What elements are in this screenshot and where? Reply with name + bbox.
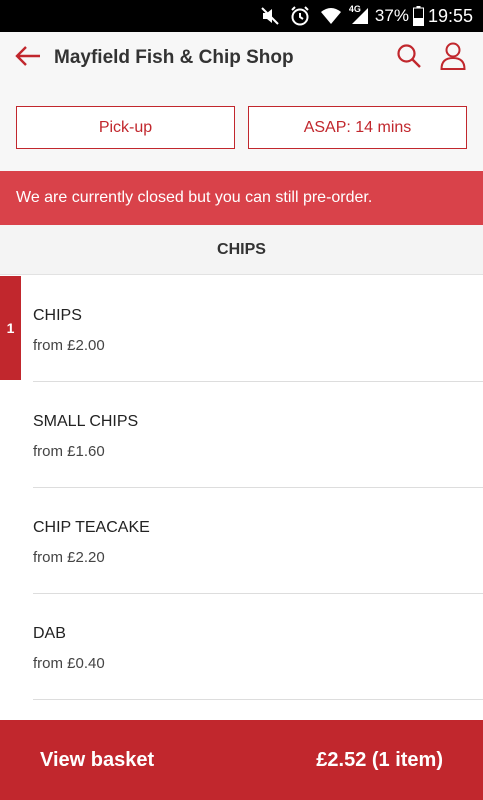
search-icon	[396, 43, 422, 74]
page-title: Mayfield Fish & Chip Shop	[54, 47, 294, 68]
network-label: 4G	[348, 4, 361, 14]
arrow-left-icon	[15, 45, 41, 72]
view-basket-button[interactable]: View basket £2.52 (1 item)	[0, 720, 483, 800]
section-header: CHIPS	[0, 225, 483, 275]
signal-4g-icon: 4G	[348, 4, 369, 25]
order-options: Pick-up ASAP: 14 mins	[0, 84, 483, 171]
menu-list: 1 CHIPS from £2.00 SMALL CHIPS from £1.6…	[0, 276, 483, 700]
item-name: SMALL CHIPS	[33, 413, 139, 430]
order-time-button[interactable]: ASAP: 14 mins	[248, 106, 467, 149]
battery-icon	[412, 6, 424, 26]
item-price: from £2.20	[33, 549, 105, 566]
item-name: CHIPS	[33, 307, 82, 324]
section-title: CHIPS	[217, 240, 266, 258]
wifi-icon	[320, 7, 342, 25]
basket-label: View basket	[40, 748, 155, 771]
item-name: CHIP TEACAKE	[33, 519, 150, 536]
back-button[interactable]	[2, 32, 54, 84]
closed-notice: We are currently closed but you can stil…	[0, 171, 483, 225]
alarm-icon	[289, 5, 311, 27]
menu-item[interactable]: CHIP TEACAKE from £2.20	[0, 488, 483, 594]
item-price: from £1.60	[33, 443, 105, 460]
item-price: from £0.40	[33, 655, 105, 672]
menu-item[interactable]: 1 CHIPS from £2.00	[0, 276, 483, 382]
divider	[33, 699, 483, 700]
menu-item[interactable]: DAB from £0.40	[0, 594, 483, 700]
battery-percent: 37%	[374, 6, 409, 25]
search-button[interactable]	[387, 32, 431, 84]
clock: 19:55	[427, 5, 473, 26]
app-bar: Mayfield Fish & Chip Shop	[0, 32, 483, 84]
item-price: from £2.00	[33, 337, 105, 354]
basket-total: £2.52 (1 item)	[316, 748, 443, 771]
user-icon	[440, 42, 466, 75]
quantity-badge: 1	[0, 276, 21, 380]
order-mode-button[interactable]: Pick-up	[16, 106, 235, 149]
menu-item[interactable]: SMALL CHIPS from £1.60	[0, 382, 483, 488]
account-button[interactable]	[431, 32, 475, 84]
mute-vibrate-icon	[260, 6, 280, 26]
closed-notice-text: We are currently closed but you can stil…	[16, 189, 373, 206]
status-bar: 4G 37% 19:55	[0, 0, 483, 32]
item-name: DAB	[33, 625, 66, 642]
